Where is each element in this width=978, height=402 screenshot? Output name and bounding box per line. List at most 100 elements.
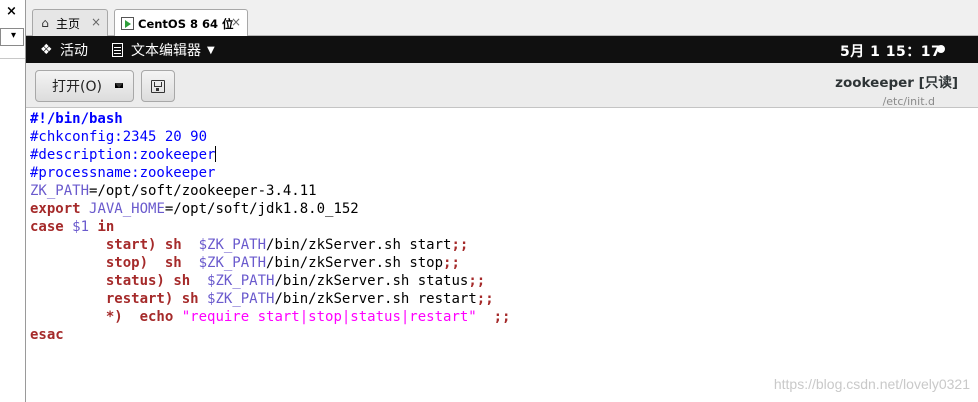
code-token: restart) bbox=[105, 291, 174, 307]
code-token: /bin/zkServer.sh stop bbox=[266, 255, 444, 271]
watermark: https://blog.csdn.net/lovely0321 bbox=[773, 376, 970, 392]
close-icon[interactable]: × bbox=[231, 15, 241, 29]
code-token: start) bbox=[105, 237, 157, 253]
code-line: start) sh $ZK_PATH/bin/zkServer.sh start… bbox=[30, 236, 510, 254]
code-token: $ZK_PATH bbox=[198, 237, 267, 253]
code-token: ZK_PATH bbox=[30, 183, 90, 199]
open-button[interactable]: 打开(O) bbox=[35, 70, 134, 102]
code-line: export JAVA_HOME=/opt/soft/jdk1.8.0_152 bbox=[30, 200, 510, 218]
document-name: zookeeper [只读] bbox=[835, 75, 958, 91]
clock[interactable]: 5月 1 15：17 bbox=[840, 41, 941, 61]
chevron-down-icon: ▾ bbox=[11, 30, 17, 41]
tab-home[interactable]: ⌂ 主页 × bbox=[32, 9, 108, 36]
tab-label: 主页 bbox=[56, 16, 81, 31]
host-left-panel: × ▾ bbox=[0, 0, 26, 402]
host-dropdown[interactable]: ▾ bbox=[0, 28, 24, 46]
code-token: /bin/zkServer.sh restart bbox=[274, 291, 477, 307]
activities-button[interactable]: ❖ 活动 bbox=[40, 40, 88, 60]
tab-centos-vm[interactable]: CentOS 8 64 位 × bbox=[114, 9, 248, 37]
document-path: /etc/init.d bbox=[882, 95, 935, 108]
code-line: #description:zookeeper bbox=[30, 146, 510, 164]
notification-dot-icon bbox=[937, 45, 945, 53]
screen: × ▾ ⌂ 主页 × CentOS 8 64 位 × ❖ 活动 文本编辑器 ▼ … bbox=[0, 0, 978, 402]
app-menu[interactable]: 文本编辑器 ▼ bbox=[112, 40, 215, 60]
code-token: $ZK_PATH bbox=[198, 255, 267, 271]
code-token: /bin/zkServer.sh status bbox=[274, 273, 469, 289]
code-token: ;; bbox=[468, 273, 486, 289]
code-token: ;; bbox=[476, 291, 494, 307]
code-token: case bbox=[30, 219, 64, 235]
code-token: status) bbox=[105, 273, 165, 289]
code-line: #processname:zookeeper bbox=[30, 164, 510, 182]
code-token: sh bbox=[173, 273, 191, 289]
chevron-down-icon: ▼ bbox=[207, 44, 215, 56]
code-token: sh bbox=[164, 255, 182, 271]
code-line: status) sh $ZK_PATH/bin/zkServer.sh stat… bbox=[30, 272, 510, 290]
code-token: ;; bbox=[451, 237, 469, 253]
save-icon bbox=[151, 79, 165, 93]
code-token: *) bbox=[105, 309, 123, 325]
code-content: #!/bin/bash #chkconfig:2345 20 90 #descrip… bbox=[30, 110, 510, 344]
code-token: JAVA_HOME bbox=[89, 201, 165, 217]
code-line: stop) sh $ZK_PATH/bin/zkServer.sh stop;; bbox=[30, 254, 510, 272]
code-token: in bbox=[97, 219, 115, 235]
code-token: ;; bbox=[443, 255, 460, 271]
vm-icon bbox=[120, 17, 134, 31]
code-line: case $1 in bbox=[30, 218, 510, 236]
save-copy-button[interactable] bbox=[141, 70, 175, 102]
code-token: echo bbox=[139, 309, 174, 325]
code-token: #description:zookeeper bbox=[30, 147, 216, 163]
text-editor-area[interactable]: #!/bin/bash #chkconfig:2345 20 90 #descrip… bbox=[27, 109, 978, 402]
code-line: ZK_PATH=/opt/soft/zookeeper-3.4.11 bbox=[30, 182, 510, 200]
close-icon[interactable]: × bbox=[91, 15, 101, 29]
app-menu-label: 文本编辑器 bbox=[131, 43, 201, 59]
code-token: sh bbox=[164, 237, 182, 253]
close-icon[interactable]: × bbox=[6, 4, 17, 19]
code-token: $ZK_PATH bbox=[207, 273, 275, 289]
code-token: #!/bin/bash bbox=[30, 111, 123, 127]
code-line: #chkconfig:2345 20 90 bbox=[30, 128, 510, 146]
code-line: esac bbox=[30, 326, 510, 344]
text-editor-icon bbox=[112, 43, 123, 57]
code-token: ;; bbox=[493, 309, 511, 325]
code-token: "require start|stop|status|restart" bbox=[181, 309, 477, 325]
activities-icon: ❖ bbox=[40, 42, 53, 58]
code-token: =/opt/soft/jdk1.8.0_152 bbox=[164, 201, 359, 217]
editor-header-bar: 打开(O) zookeeper [只读] /etc/init.d bbox=[26, 63, 978, 108]
code-line: *) echo "require start|stop|status|resta… bbox=[30, 308, 511, 326]
code-token: $1 bbox=[72, 219, 90, 235]
divider bbox=[0, 58, 25, 59]
code-token: esac bbox=[30, 327, 64, 343]
text-cursor bbox=[215, 146, 217, 162]
home-icon: ⌂ bbox=[41, 16, 49, 30]
code-token: $ZK_PATH bbox=[207, 291, 275, 307]
chevron-down-icon bbox=[115, 83, 123, 88]
code-token: stop) bbox=[105, 255, 149, 271]
code-token: sh bbox=[181, 291, 199, 307]
code-line: #!/bin/bash bbox=[30, 110, 510, 128]
gnome-top-bar: ❖ 活动 文本编辑器 ▼ 5月 1 15：17 bbox=[26, 36, 978, 63]
activities-label: 活动 bbox=[60, 43, 88, 59]
code-token: #processname:zookeeper bbox=[30, 165, 216, 181]
tab-label: CentOS 8 64 位 bbox=[138, 16, 234, 31]
open-button-label: 打开(O) bbox=[52, 79, 102, 95]
document-title: zookeeper [只读] /etc/init.d bbox=[835, 71, 958, 108]
code-token: /bin/zkServer.sh start bbox=[266, 237, 452, 253]
code-token: =/opt/soft/zookeeper-3.4.11 bbox=[89, 183, 317, 199]
